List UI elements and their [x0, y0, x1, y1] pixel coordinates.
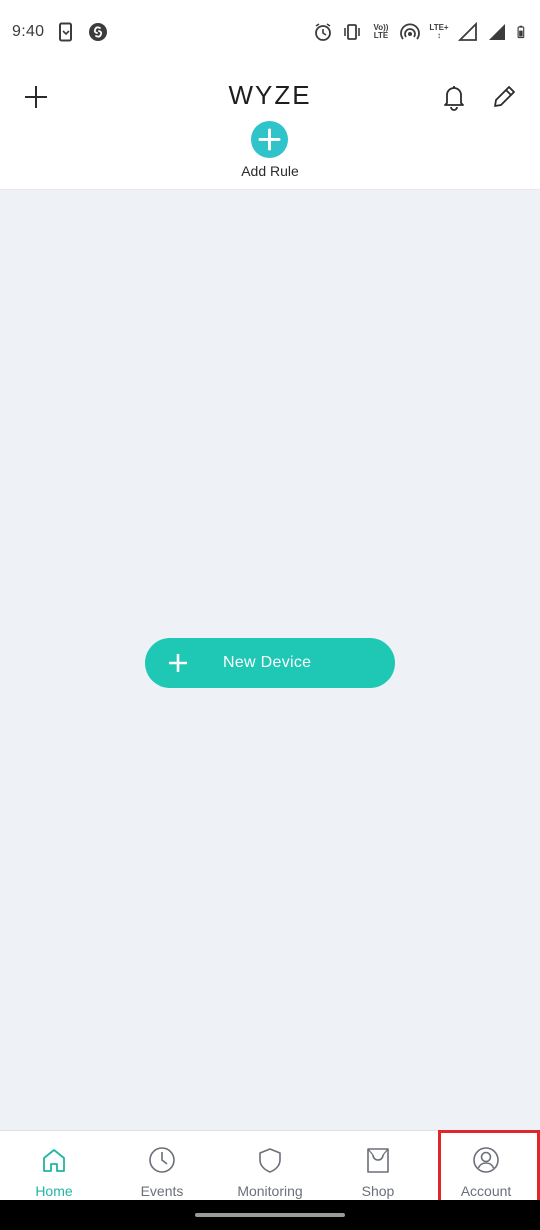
vibrate-icon — [344, 24, 360, 40]
bell-icon[interactable] — [441, 83, 467, 111]
volte-indicator: Vo)) LTE — [373, 23, 389, 40]
new-device-button[interactable]: New Device — [145, 638, 395, 688]
status-right-icons: Vo)) LTE LTE+ ↕ — [313, 22, 530, 42]
device-list-area: New Device — [0, 190, 540, 1130]
wyze-logo: WYZE — [228, 82, 311, 108]
hotspot-icon — [400, 23, 420, 40]
alarm-icon — [315, 23, 331, 41]
home-gesture-handle[interactable] — [195, 1213, 345, 1217]
plus-icon — [169, 654, 187, 672]
nav-label-events: Events — [140, 1183, 184, 1199]
signal-icon-1 — [458, 22, 477, 41]
nav-label-home: Home — [35, 1183, 73, 1199]
svg-text:WYZE: WYZE — [228, 82, 311, 108]
add-rule-label[interactable]: Add Rule — [200, 163, 340, 179]
phone-sync-icon — [59, 22, 72, 42]
clock-icon — [149, 1147, 175, 1173]
edit-pencil-icon[interactable] — [490, 83, 518, 111]
add-device-icon[interactable] — [22, 83, 50, 111]
nav-item-monitoring[interactable]: Monitoring — [216, 1131, 324, 1201]
nav-label-shop: Shop — [361, 1183, 395, 1199]
shopping-bag-icon — [367, 1148, 389, 1173]
plus-icon — [258, 128, 281, 151]
account-icon — [473, 1147, 499, 1173]
signal-icon-2 — [489, 24, 505, 40]
system-gesture-bar — [0, 1200, 540, 1230]
status-time: 9:40 — [12, 23, 45, 40]
battery-icon — [517, 25, 525, 39]
status-left-icons — [56, 22, 108, 42]
nav-item-home[interactable]: Home — [0, 1131, 108, 1201]
app-header: WYZE Add Rule — [0, 66, 540, 190]
nav-label-monitoring: Monitoring — [237, 1183, 303, 1199]
shield-icon — [259, 1148, 281, 1173]
bottom-nav: Home Events Monitoring Shop Account — [0, 1130, 540, 1200]
home-icon — [43, 1149, 65, 1172]
nav-item-shop[interactable]: Shop — [324, 1131, 432, 1201]
lte-indicator: LTE+ ↕ — [429, 23, 449, 40]
nav-item-events[interactable]: Events — [108, 1131, 216, 1201]
nav-label-account: Account — [460, 1183, 512, 1199]
status-bar: 9:40 Vo)) LTE LTE+ ↕ — [0, 0, 540, 66]
nav-item-account[interactable]: Account — [432, 1131, 540, 1201]
add-rule-button[interactable] — [251, 121, 288, 158]
new-device-label: New Device — [223, 654, 312, 671]
shazam-icon — [89, 23, 107, 41]
